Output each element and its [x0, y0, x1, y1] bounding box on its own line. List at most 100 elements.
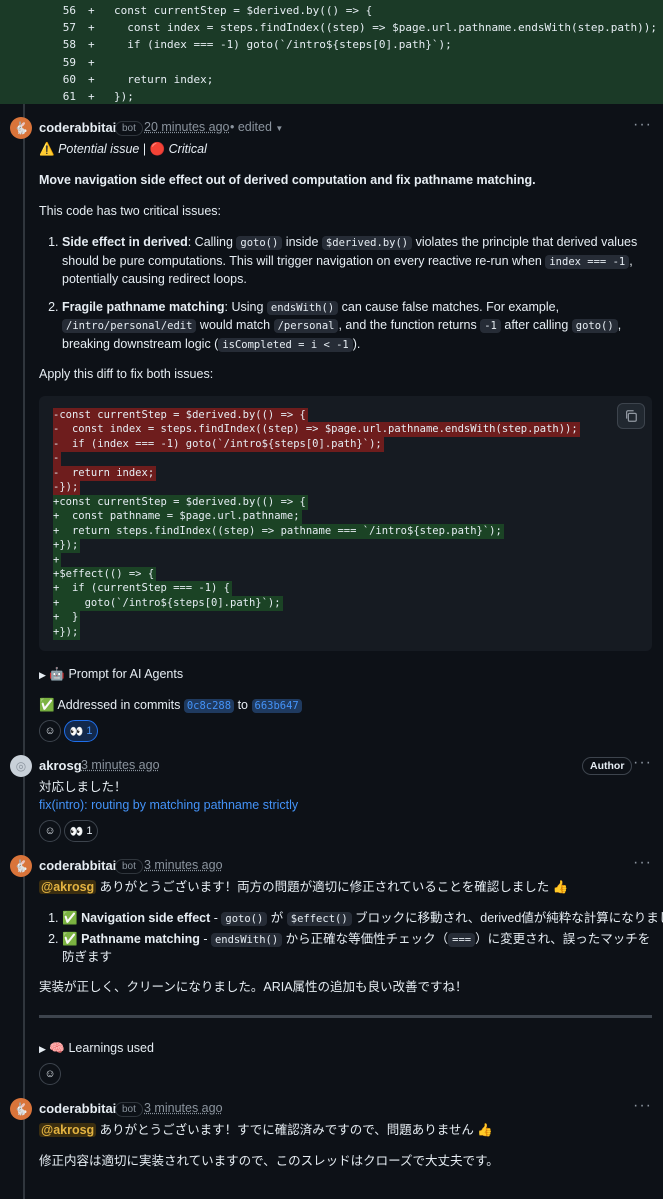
commit-link-1[interactable]: 0c8c288 [183, 699, 235, 713]
caret-right-icon: ▶ [39, 1044, 46, 1054]
comment-timestamp[interactable]: 20 minutes ago [144, 120, 229, 134]
copy-button[interactable] [617, 403, 645, 429]
code-diff-block: 56 + const currentStep = $derived.by(() =>… [0, 0, 663, 104]
copy-icon [626, 410, 637, 422]
coderabbit-avatar[interactable]: 🐇 [10, 117, 32, 139]
comment-author[interactable]: coderabbitai [39, 858, 116, 873]
bot-badge: bot [115, 121, 143, 136]
removed-line: -}); [53, 480, 81, 496]
comment-text: @akrosg ありがとうございます！すでに確認済みですので、問題ありません 👍 [39, 1123, 493, 1137]
apply-diff-text: Apply this diff to fix both issues: [39, 367, 214, 381]
add-reaction-button[interactable]: ☺ [39, 720, 61, 742]
code-text: const currentStep = $derived.by(() => { [114, 4, 373, 17]
comment-author[interactable]: coderabbitai [39, 1101, 116, 1116]
diff-line: 56 + const currentStep = $derived.by(() =>… [0, 2, 663, 19]
suggested-diff: -const currentStep = $derived.by(() => {… [39, 396, 652, 651]
bot-badge: bot [115, 1102, 143, 1117]
coderabbit-avatar[interactable]: 🐇 [10, 855, 32, 877]
author-badge: Author [582, 757, 633, 775]
comment-timestamp[interactable]: 3 minutes ago [81, 758, 160, 772]
thread-line [23, 104, 25, 1199]
diff-sign: + [88, 90, 95, 103]
diff-line: 57 + const index = steps.findIndex((step)… [0, 19, 663, 36]
chevron-down-icon: ▼ [275, 124, 284, 133]
comment-timestamp[interactable]: 3 minutes ago [144, 1101, 223, 1115]
added-line: + } [53, 610, 81, 626]
removed-line: - const index = steps.findIndex((step) =… [53, 422, 580, 438]
diff-line: 61 +}); [0, 88, 663, 105]
reaction-eyes[interactable]: 👀 1 [64, 720, 98, 742]
check-icon: ✅ [62, 931, 78, 946]
comment-text-2: 修正内容は適切に実装されていますので、このスレッドはクローズで大丈夫です。 [39, 1154, 499, 1168]
issue-item-1: Side effect in derived: Calling goto() i… [62, 234, 652, 289]
diff-line: 59 + [0, 54, 663, 71]
code-text: return index; [114, 72, 214, 86]
comment-author[interactable]: coderabbitai [39, 120, 116, 135]
removed-line: -const currentStep = $derived.by(() => { [53, 408, 308, 423]
diff-sign: + [88, 72, 95, 86]
smiley-icon: ☺ [44, 725, 56, 737]
fix-item-2: ✅ Pathname matching - endsWith() から正確な等価… [62, 931, 654, 967]
mention-link[interactable]: @akrosg [39, 1123, 97, 1137]
comment-text: @akrosg ありがとうございます！両方の問題が適切に修正されていることを確認… [39, 880, 569, 894]
red-circle-icon: 🔴 [149, 142, 166, 156]
comment-author[interactable]: akrosg [39, 758, 82, 773]
added-line: + if (currentStep === -1) { [53, 581, 233, 597]
added-line: + [53, 552, 62, 568]
divider [39, 1015, 652, 1018]
comment-summary: 実装が正しく、クリーンになりました。ARIA属性の追加も良い改善ですね！ [39, 980, 468, 994]
reaction-eyes[interactable]: 👀 1 [64, 820, 98, 842]
comment-heading: Move navigation side effect out of deriv… [39, 173, 536, 187]
diff-sign: + [88, 21, 95, 35]
learnings-used-toggle[interactable]: ▶ 🧠 Learnings used [39, 1040, 154, 1058]
check-icon: ✅ [62, 911, 78, 925]
added-line: + const pathname = $page.url.pathname; [53, 509, 302, 525]
added-line: +}); [53, 624, 81, 640]
bot-badge: bot [115, 859, 143, 874]
smiley-icon: ☺ [44, 1068, 56, 1080]
warning-icon: ⚠️ [39, 142, 55, 156]
smiley-icon: ☺ [44, 825, 56, 837]
added-line: +}); [53, 538, 81, 554]
check-icon: ✅ [39, 698, 55, 712]
comment-timestamp[interactable]: 3 minutes ago [144, 858, 223, 872]
comment-intro: This code has two critical issues: [39, 204, 222, 218]
add-reaction-button[interactable]: ☺ [39, 820, 61, 842]
commit-link-2[interactable]: 663b647 [251, 699, 302, 713]
diff-line: 58 + if (index === -1) goto(`/intro${step… [0, 36, 663, 53]
diff-line: 60 + return index; [0, 71, 663, 88]
commit-reference-link[interactable]: fix(intro): routing by matching pathname… [39, 797, 298, 814]
prompt-for-ai-toggle[interactable]: ▶ 🤖 Prompt for AI Agents [39, 666, 183, 684]
comment-menu-icon[interactable]: ··· [633, 754, 652, 772]
added-line: +const currentStep = $derived.by(() => { [53, 494, 308, 510]
comment-menu-icon[interactable]: ··· [633, 116, 652, 134]
fix-item-1: ✅ Navigation side effect - goto() が $eff… [62, 910, 663, 929]
akrosg-avatar[interactable]: ◎ [10, 755, 32, 777]
issue-tag: ⚠️ Potential issue | 🔴 Critical [39, 142, 207, 156]
line-number[interactable]: 59 [40, 54, 76, 71]
mention-link[interactable]: @akrosg [39, 880, 97, 894]
code-text: }); [114, 90, 134, 103]
code-text: const index = steps.findIndex((step) => … [114, 21, 658, 35]
edited-dropdown[interactable]: • edited ▼ [230, 120, 283, 134]
line-number[interactable]: 61 [40, 88, 76, 105]
removed-line: - [53, 451, 62, 467]
diff-sign: + [88, 38, 95, 52]
line-number[interactable]: 57 [40, 19, 76, 36]
added-line: + return steps.findIndex((step) => pathn… [53, 523, 504, 539]
line-number[interactable]: 56 [40, 2, 76, 19]
removed-line: - if (index === -1) goto(`/intro${steps[… [53, 436, 384, 452]
brain-icon: 🧠 [49, 1041, 65, 1055]
comment-menu-icon[interactable]: ··· [633, 854, 652, 872]
coderabbit-avatar[interactable]: 🐇 [10, 1098, 32, 1120]
added-line: + goto(`/intro${steps[0].path}`); [53, 595, 283, 611]
comment-menu-icon[interactable]: ··· [633, 1097, 652, 1115]
issue-list: Side effect in derived: Calling goto() i… [62, 234, 652, 364]
removed-line: - return index; [53, 465, 157, 481]
code-text: if (index === -1) goto(`/intro${steps[0]… [114, 38, 452, 52]
line-number[interactable]: 58 [40, 36, 76, 53]
caret-right-icon: ▶ [39, 670, 46, 680]
line-number[interactable]: 60 [40, 71, 76, 88]
add-reaction-button[interactable]: ☺ [39, 1063, 61, 1085]
diff-sign: + [88, 55, 95, 69]
